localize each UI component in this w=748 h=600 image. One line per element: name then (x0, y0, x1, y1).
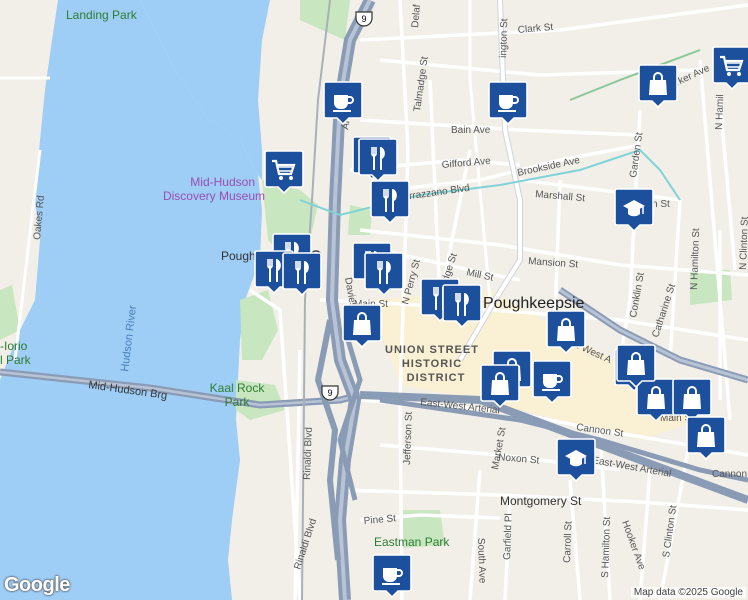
shopping-cart-marker[interactable] (712, 46, 748, 91)
coffee-marker[interactable] (532, 360, 572, 405)
svg-text:N Clinton St: N Clinton St (738, 216, 748, 270)
label-highland-landing-park: Landing Park (66, 8, 138, 22)
label-museum-1: Mid-Hudson (190, 175, 255, 189)
label-kaal-rock-1: Kaal Rock (210, 381, 266, 395)
svg-text:N Hamilton St: N Hamilton St (689, 228, 702, 290)
map-attribution: Map data ©2025 Google (630, 587, 746, 598)
shopping-bag-marker[interactable] (546, 310, 586, 355)
route-9-shield: 9 (355, 11, 373, 27)
svg-text:Bain Ave: Bain Ave (451, 125, 491, 136)
label-iorio-1: -Iorio (0, 339, 28, 353)
coffee-marker[interactable] (488, 81, 528, 126)
svg-text:S Hamilton St: S Hamilton St (600, 516, 613, 578)
svg-text:Rinaldi Blvd: Rinaldi Blvd (302, 427, 315, 480)
restaurant-marker[interactable] (442, 284, 482, 329)
map-canvas[interactable]: 9 9 Landing Park Mid-Hudson Discovery Mu… (0, 0, 748, 600)
svg-text:h St: h St (652, 199, 670, 210)
coffee-marker[interactable] (372, 554, 412, 599)
label-eastman-park: Eastman Park (374, 535, 450, 549)
shopping-bag-marker[interactable] (638, 64, 678, 109)
shopping-bag-marker[interactable] (480, 364, 520, 409)
label-kaal-rock-2: Park (225, 395, 251, 409)
label-historic-1: UNION STREET (385, 344, 479, 356)
coffee-marker[interactable] (323, 81, 363, 126)
restaurant-marker[interactable] (282, 252, 322, 297)
svg-text:ington St: ington St (498, 18, 510, 58)
shopping-bag-marker[interactable] (686, 416, 726, 461)
svg-text:9: 9 (327, 388, 332, 398)
label-historic-3: DISTRICT (407, 372, 466, 384)
shopping-bag-marker[interactable] (616, 344, 656, 389)
svg-text:Carroll St: Carroll St (562, 521, 574, 563)
shopping-bag-marker[interactable] (636, 378, 676, 423)
shopping-cart-marker[interactable] (264, 150, 304, 195)
label-poughkeepsie: Poughkeepsie (483, 295, 585, 312)
label-historic-2: HISTORIC (402, 358, 462, 370)
school-marker[interactable] (556, 438, 596, 483)
svg-text:Delaf: Delaf (410, 4, 423, 28)
svg-text:Montgomery St: Montgomery St (500, 494, 582, 508)
shopping-bag-marker[interactable] (672, 378, 712, 423)
shopping-bag-marker[interactable] (342, 304, 382, 349)
label-museum-2: Discovery Museum (163, 189, 265, 203)
restaurant-marker[interactable] (364, 252, 404, 297)
google-logo: Google (4, 574, 70, 596)
svg-text:Cannon: Cannon (712, 469, 747, 480)
svg-text:Garfield Pl: Garfield Pl (502, 513, 515, 560)
restaurant-marker[interactable] (358, 138, 398, 183)
svg-text:9: 9 (361, 14, 366, 24)
label-iorio-2: l Park (0, 353, 32, 367)
svg-text:South Ave: South Ave (475, 538, 488, 584)
restaurant-marker[interactable] (370, 180, 410, 225)
route-9-shield-south: 9 (321, 385, 339, 401)
svg-text:Jefferson St: Jefferson St (402, 411, 415, 465)
school-marker[interactable] (614, 188, 654, 233)
svg-text:N Hamil: N Hamil (714, 94, 726, 130)
